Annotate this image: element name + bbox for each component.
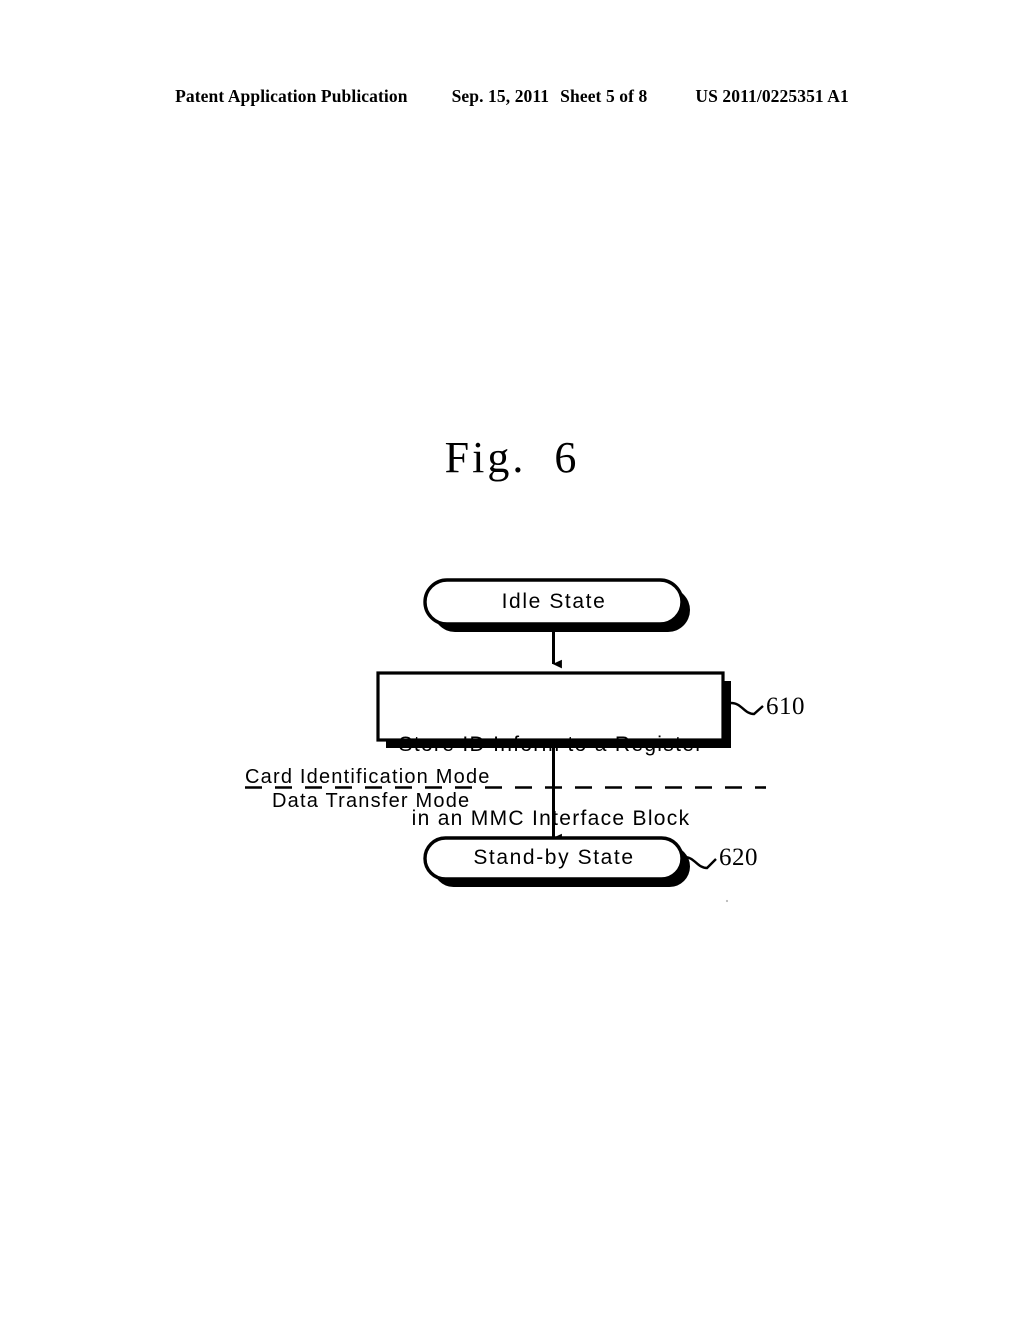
flowchart-diagram xyxy=(0,0,1024,1320)
data-transfer-mode-label: Data Transfer Mode xyxy=(272,790,471,812)
idle-state-label: Idle State xyxy=(501,590,607,613)
standby-state-label: Stand-by State xyxy=(473,846,635,869)
reference-number-610: 610 xyxy=(766,693,805,720)
scan-artifact-speck xyxy=(725,899,729,903)
card-identification-mode-label: Card Identification Mode xyxy=(245,766,491,788)
reference-number-620: 620 xyxy=(719,844,758,871)
process-box-label-line1: Store ID Inform to a Register xyxy=(398,732,704,756)
leader-line-610 xyxy=(730,701,764,716)
